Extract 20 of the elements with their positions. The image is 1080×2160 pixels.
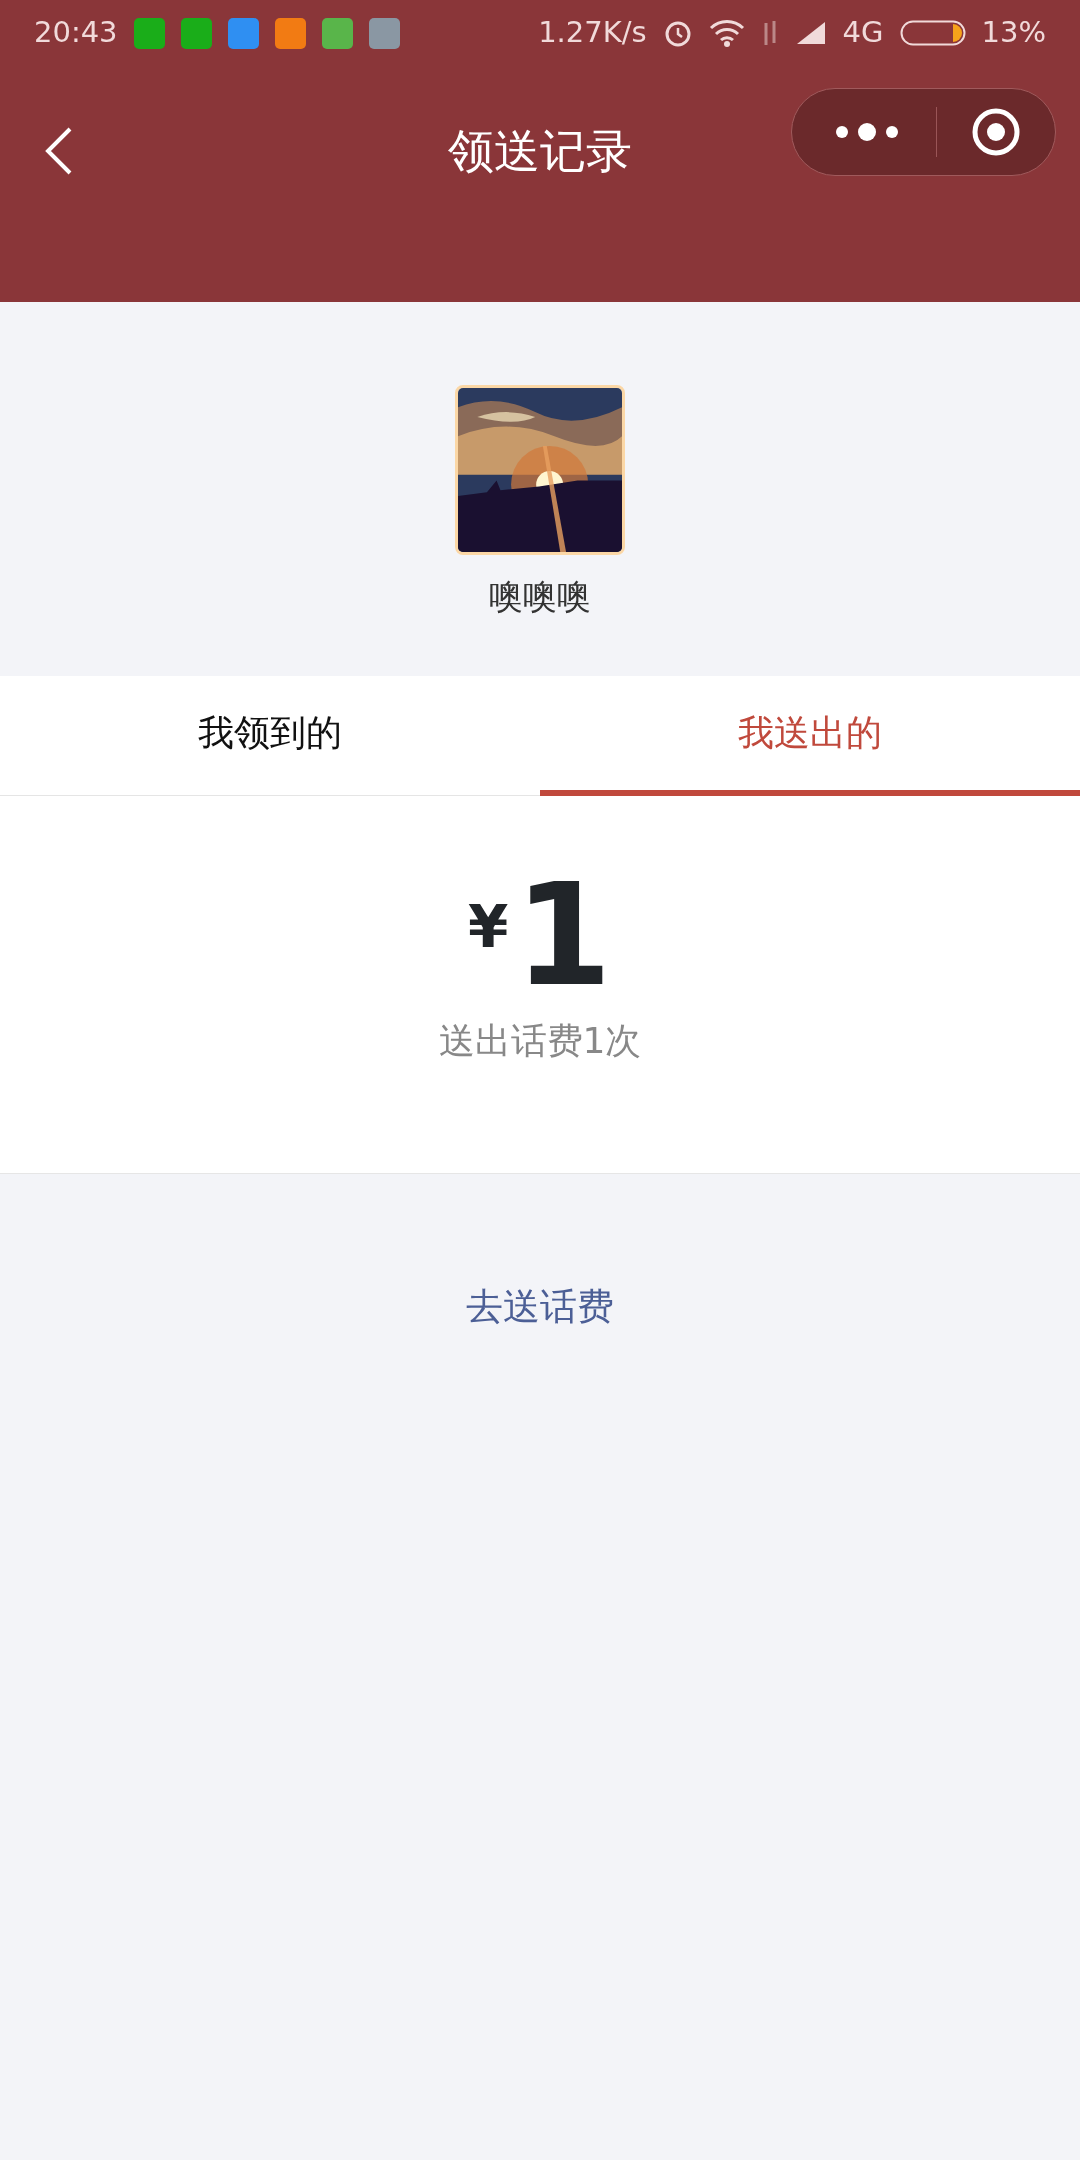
network-speed: 1.27K/s: [538, 14, 647, 52]
wifi-icon: [708, 19, 745, 47]
tab[interactable]: 我领到的: [0, 676, 540, 796]
network-type: 4G: [842, 14, 884, 52]
page-title: 领送记录: [448, 122, 632, 180]
app-notification-icon: [321, 17, 353, 49]
send-link[interactable]: 去送话费: [466, 1285, 614, 1328]
app-notification-icon: [227, 17, 259, 49]
amount: 1: [514, 866, 612, 1006]
status-time: 20:43: [34, 14, 118, 52]
app-notification-icon: [368, 17, 400, 49]
user-name: 噢噢噢: [489, 575, 591, 618]
app-notification-icon: [274, 17, 306, 49]
back-icon[interactable]: [44, 126, 74, 176]
battery-percent: 13%: [981, 14, 1046, 52]
app-notification-icon: [180, 17, 212, 49]
summary-caption: 送出话费1次: [438, 1019, 642, 1063]
app-notification-icon: [133, 17, 165, 49]
battery-icon: [899, 20, 966, 46]
currency-symbol: ¥: [468, 892, 509, 963]
